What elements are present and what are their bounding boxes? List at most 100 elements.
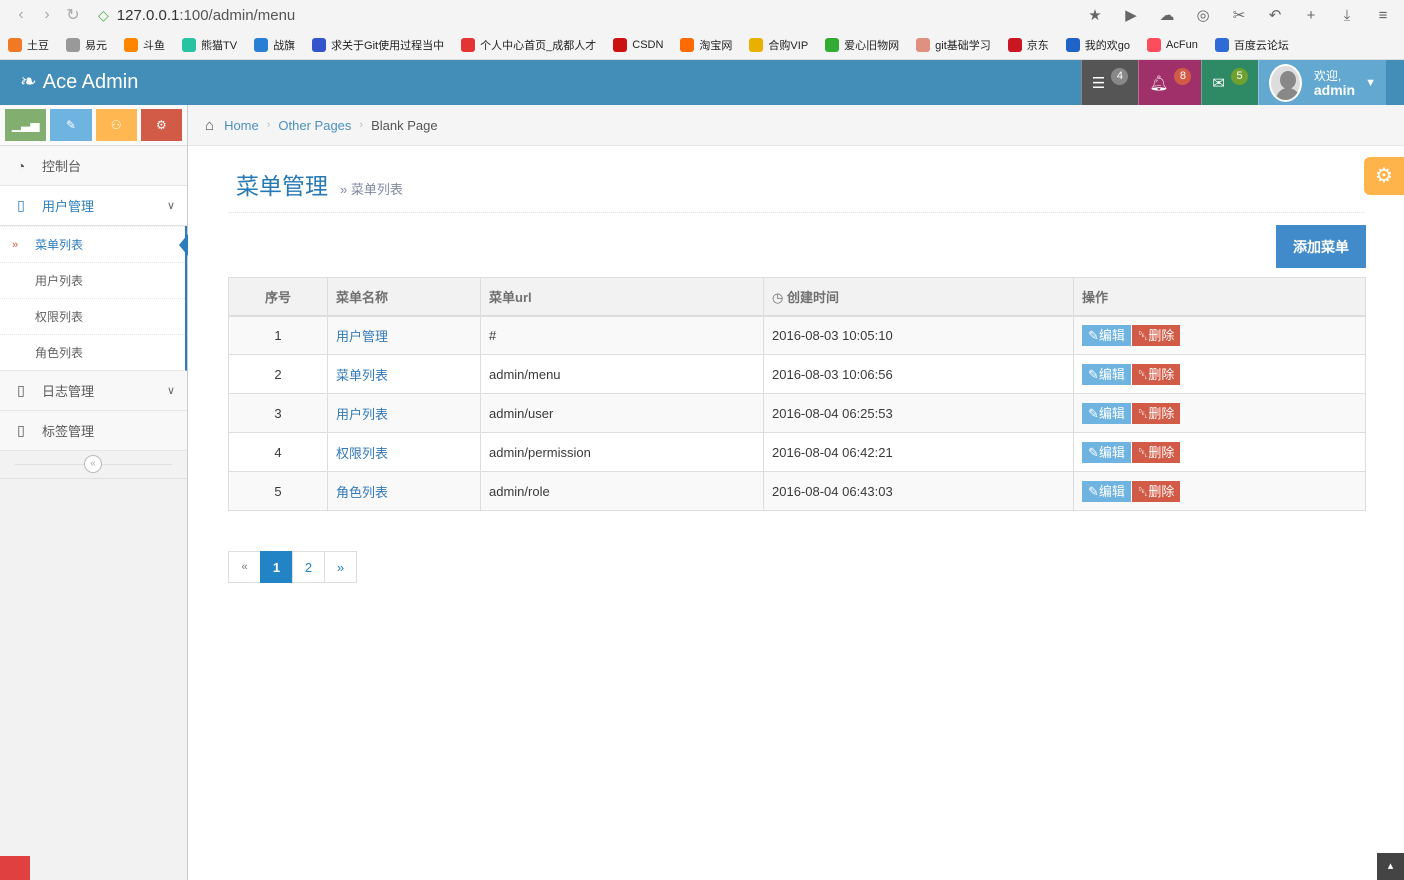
bookmark-item[interactable]: git基础学习: [916, 37, 991, 53]
edit-button[interactable]: ✎编辑: [1082, 402, 1131, 424]
top-navbar: ❧ Ace Admin ☰ 4 🔔︎ 8 ✉ 5 欢迎, admin ▼: [0, 60, 1404, 105]
breadcrumb-home-link[interactable]: Home: [224, 118, 259, 133]
new-tab-icon[interactable]: +: [1298, 7, 1324, 24]
bookmark-item[interactable]: 个人中心首页_成都人才: [461, 37, 596, 53]
cell-menu-name-link[interactable]: 权限列表: [336, 446, 388, 461]
pagination-page-1[interactable]: 1: [260, 551, 293, 583]
shortcut-users-button[interactable]: ⚇: [95, 109, 137, 141]
pagination-prev-button[interactable]: «: [228, 551, 261, 583]
submenu-item-menu-list[interactable]: » 菜单列表: [0, 226, 188, 262]
bookmark-label: 爱心旧物网: [844, 39, 900, 52]
shortcut-settings-button[interactable]: ⚙: [140, 109, 182, 141]
trash-icon: ␡: [1137, 405, 1149, 421]
sidebar-shortcuts: ▁▃▅ ✎ ⚇ ⚙: [0, 105, 187, 146]
cloud-icon[interactable]: ☁: [1154, 6, 1180, 24]
scissors-icon[interactable]: ✂: [1226, 6, 1252, 24]
shortcut-stats-button[interactable]: ▁▃▅: [5, 109, 47, 141]
tasks-button[interactable]: ☰ 4: [1080, 60, 1139, 105]
edit-button[interactable]: ✎编辑: [1082, 363, 1131, 385]
reload-icon[interactable]: ↻: [60, 5, 86, 25]
sidebar-item-log-management[interactable]: ▯ 日志管理 ∨: [0, 371, 187, 411]
bookmark-favicon-icon: [461, 37, 476, 52]
delete-label: 删除: [1148, 444, 1175, 460]
bookmark-item[interactable]: 易元: [66, 37, 107, 53]
table-row: 5 角色列表 admin/role 2016-08-04 06:43:03 ✎编辑 ␡删除: [228, 471, 1366, 511]
pagination-next-button[interactable]: »: [324, 551, 357, 583]
notifications-button[interactable]: 🔔︎ 8: [1138, 60, 1202, 105]
edit-button[interactable]: ✎编辑: [1082, 441, 1131, 463]
undo-icon[interactable]: ↶: [1262, 6, 1288, 24]
pagination-page-2[interactable]: 2: [292, 551, 325, 583]
col-header-created-label: 创建时间: [786, 289, 839, 305]
edit-button[interactable]: ✎编辑: [1082, 480, 1131, 502]
browser-toolbar: ‹ › ↻ ◇ 127.0.0.1:100/admin/menu ★ ▶ ☁ ◎…: [0, 0, 1404, 30]
edit-button[interactable]: ✎编辑: [1082, 324, 1131, 346]
chevron-down-icon: ∨: [166, 385, 175, 397]
messages-button[interactable]: ✉ 5: [1201, 60, 1258, 105]
bookmark-favicon-icon: [8, 37, 22, 52]
cell-menu-url: admin/menu: [480, 354, 764, 394]
cell-menu-name-link[interactable]: 用户管理: [336, 329, 388, 344]
bookmark-item[interactable]: 百度云论坛: [1214, 37, 1289, 53]
bookmark-item[interactable]: 土豆: [8, 37, 49, 53]
sidebar-item-dashboard[interactable]: ◔ 控制台: [0, 146, 187, 186]
bookmark-item[interactable]: 合购VIP: [749, 37, 808, 53]
submenu-item-label: 角色列表: [35, 346, 84, 360]
double-angle-right-icon: »: [12, 238, 19, 251]
bookmark-label: CSDN: [632, 38, 664, 51]
delete-button[interactable]: ␡删除: [1131, 402, 1181, 424]
trash-icon: ␡: [1137, 327, 1149, 343]
shortcut-edit-button[interactable]: ✎: [50, 109, 92, 141]
delete-button[interactable]: ␡删除: [1131, 480, 1181, 502]
play-icon[interactable]: ▶: [1118, 6, 1144, 24]
collapse-sidebar-button[interactable]: «: [84, 455, 102, 473]
bookmark-item[interactable]: CSDN: [613, 37, 664, 52]
submenu-item-role-list[interactable]: 角色列表: [0, 334, 185, 370]
sidebar-item-tag-management[interactable]: ▯ 标签管理: [0, 411, 187, 451]
bookmark-item[interactable]: 爱心旧物网: [825, 37, 899, 53]
delete-button[interactable]: ␡删除: [1131, 324, 1181, 346]
bookmark-item[interactable]: 战旗: [254, 37, 295, 53]
cell-menu-name-link[interactable]: 菜单列表: [336, 368, 388, 383]
home-icon: ⌂: [205, 116, 215, 134]
bookmark-label: 求关于Git使用过程当中: [331, 39, 445, 52]
scroll-to-top-button[interactable]: ▴: [1377, 853, 1404, 880]
delete-button[interactable]: ␡删除: [1131, 363, 1181, 385]
bookmark-item[interactable]: 斗鱼: [124, 37, 165, 53]
bookmark-favicon-icon: [749, 37, 764, 52]
cell-menu-name-link[interactable]: 用户列表: [336, 407, 388, 422]
breadcrumb-section-link[interactable]: Other Pages: [278, 118, 351, 133]
welcome-text: 欢迎,: [1313, 68, 1342, 83]
browser-chrome: ‹ › ↻ ◇ 127.0.0.1:100/admin/menu ★ ▶ ☁ ◎…: [0, 0, 1404, 60]
submenu-item-user-list[interactable]: 用户列表: [0, 262, 185, 298]
download-icon[interactable]: ⤓: [1334, 7, 1360, 24]
edit-icon: ✎: [1088, 444, 1099, 460]
settings-gear-button[interactable]: ⚙: [1364, 157, 1404, 195]
bookmark-item[interactable]: 求关于Git使用过程当中: [312, 37, 444, 53]
bookmark-star-icon[interactable]: ★: [1082, 6, 1108, 24]
brand-logo[interactable]: ❧ Ace Admin: [20, 60, 138, 105]
bookmark-item[interactable]: AcFun: [1147, 37, 1198, 52]
bookmark-label: 熊猫TV: [201, 39, 238, 52]
back-icon[interactable]: ‹: [8, 6, 34, 24]
table-row: 1 用户管理 #2016-08-03 10:05:10 ✎编辑 ␡删除: [228, 315, 1366, 355]
delete-label: 删除: [1148, 327, 1175, 343]
submenu-item-permission-list[interactable]: 权限列表: [0, 298, 185, 334]
bookmark-item[interactable]: 我的欢go: [1065, 37, 1130, 53]
extension-icon[interactable]: ◎: [1190, 6, 1216, 24]
user-menu[interactable]: 欢迎, admin ▼: [1258, 60, 1386, 105]
cell-menu-url: #: [480, 315, 764, 355]
menu-icon[interactable]: ≡: [1370, 7, 1396, 24]
bookmark-item[interactable]: 淘宝网: [680, 37, 732, 53]
address-bar[interactable]: ◇ 127.0.0.1:100/admin/menu: [98, 7, 1082, 24]
add-menu-button[interactable]: 添加菜单: [1276, 225, 1366, 268]
cell-menu-name-link[interactable]: 角色列表: [336, 485, 388, 500]
sidebar-item-user-management[interactable]: ▯ 用户管理 ∨: [0, 186, 187, 226]
trash-icon: ␡: [1137, 366, 1149, 382]
delete-button[interactable]: ␡删除: [1131, 441, 1181, 463]
breadcrumb-separator-icon: ›: [266, 119, 271, 131]
bookmark-item[interactable]: 京东: [1007, 37, 1049, 53]
forward-icon[interactable]: ›: [34, 6, 60, 24]
bookmark-item[interactable]: 熊猫TV: [182, 37, 237, 53]
edit-label: 编辑: [1098, 405, 1125, 421]
